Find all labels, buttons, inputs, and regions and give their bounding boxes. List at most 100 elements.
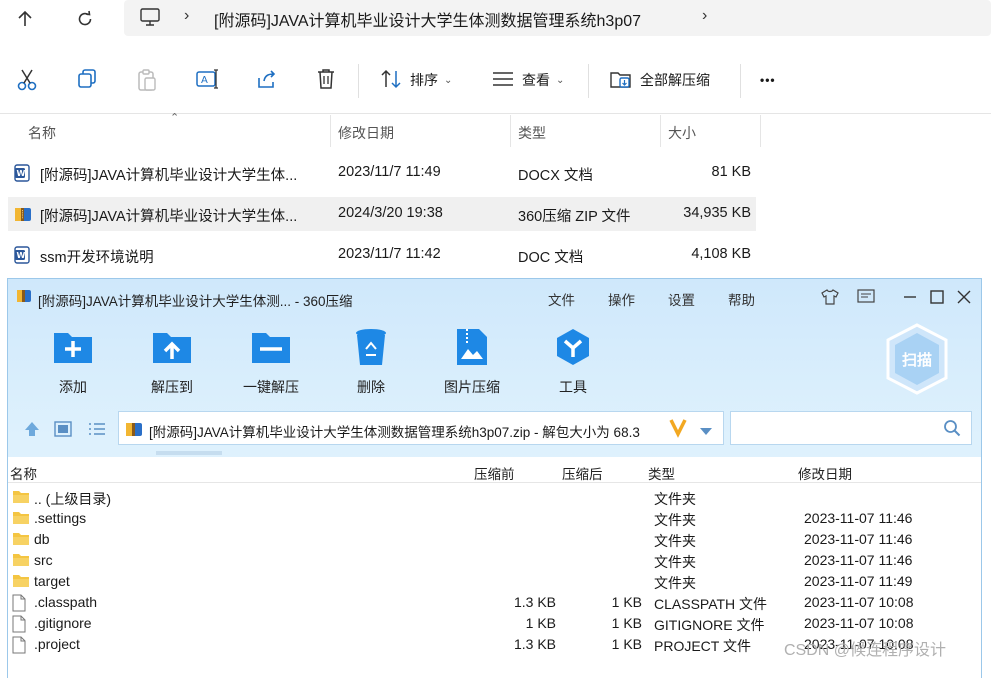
zip-column-modified[interactable]: 修改日期 bbox=[798, 463, 852, 483]
zip-row-after: 1 KB bbox=[611, 594, 642, 610]
file-size: 4,108 KB bbox=[691, 246, 751, 262]
cut-icon[interactable] bbox=[16, 68, 40, 92]
zip-list-row[interactable]: .gitignore 1 KB 1 KB GITIGNORE 文件 2023-11-07… bbox=[8, 613, 981, 634]
column-modified[interactable]: 修改日期 bbox=[338, 123, 394, 143]
tools-label: 工具 bbox=[559, 379, 587, 395]
zip-list-row[interactable]: .settings 文件夹 2023-11-07 11:46 bbox=[8, 508, 981, 529]
svg-text:W: W bbox=[17, 251, 26, 260]
zip-search-input[interactable] bbox=[730, 411, 972, 445]
refresh-icon[interactable] bbox=[70, 6, 100, 32]
explorer-address-bar: › [附源码]JAVA计算机毕业设计大学生体测数据管理系统h3p07 › bbox=[0, 0, 991, 46]
address-path[interactable]: [附源码]JAVA计算机毕业设计大学生体测数据管理系统h3p07 bbox=[214, 7, 641, 31]
sort-button[interactable]: 排序 ⌄ bbox=[380, 68, 452, 92]
column-size[interactable]: 大小 bbox=[668, 123, 696, 143]
column-type[interactable]: 类型 bbox=[518, 123, 546, 143]
zip-column-name[interactable]: 名称 bbox=[10, 463, 37, 483]
zip-row-name: src bbox=[34, 552, 53, 568]
file-name: [附源码]JAVA计算机毕业设计大学生体... bbox=[40, 209, 298, 225]
zip-row-before: 1 KB bbox=[525, 615, 556, 631]
column-name[interactable]: 名称 bbox=[28, 123, 56, 143]
zip-row-type: CLASSPATH 文件 bbox=[654, 596, 768, 612]
add-button[interactable]: 添加 bbox=[28, 327, 118, 397]
folder-icon bbox=[12, 510, 30, 528]
delete-icon[interactable] bbox=[316, 68, 340, 92]
dropdown-triangle-icon[interactable] bbox=[699, 424, 713, 442]
close-icon[interactable] bbox=[954, 287, 974, 307]
folder-icon bbox=[12, 531, 30, 549]
up-arrow-icon[interactable] bbox=[10, 6, 40, 32]
zip-row-modified: 2023-11-07 11:46 bbox=[804, 510, 913, 526]
column-divider[interactable] bbox=[660, 115, 661, 147]
this-pc-icon[interactable] bbox=[140, 8, 160, 31]
up-level-icon[interactable] bbox=[24, 421, 40, 442]
folder-icon bbox=[12, 552, 30, 570]
zip-row-name: .. (上级目录) bbox=[34, 491, 111, 507]
chevron-right-icon[interactable]: › bbox=[702, 7, 707, 25]
paste-icon[interactable] bbox=[136, 68, 160, 92]
file-name: ssm开发环境说明 bbox=[40, 250, 154, 266]
search-icon[interactable] bbox=[943, 419, 961, 442]
column-divider[interactable] bbox=[510, 115, 511, 147]
extract-all-button[interactable]: 全部解压缩 bbox=[610, 68, 710, 92]
image-zip-icon bbox=[455, 327, 489, 372]
menu-file[interactable]: 文件 bbox=[548, 289, 575, 309]
file-row[interactable]: W [附源码]JAVA计算机毕业设计大学生体... 2023/11/7 11:4… bbox=[8, 156, 756, 190]
column-divider[interactable] bbox=[760, 115, 761, 147]
horizontal-scroll-thumb[interactable] bbox=[156, 451, 222, 455]
view-button[interactable]: 查看 ⌄ bbox=[492, 68, 564, 92]
chevron-right-icon[interactable]: › bbox=[184, 7, 189, 25]
thumbnail-view-icon[interactable] bbox=[54, 421, 72, 442]
share-icon[interactable] bbox=[256, 68, 280, 92]
chevron-down-icon: ⌄ bbox=[444, 74, 453, 86]
toolbar-divider bbox=[358, 64, 359, 98]
column-divider[interactable] bbox=[330, 115, 331, 147]
menu-help[interactable]: 帮助 bbox=[728, 289, 755, 309]
extract-folder-icon bbox=[610, 69, 632, 92]
file-type: DOCX 文档 bbox=[518, 168, 593, 184]
file-size: 81 KB bbox=[711, 164, 752, 180]
tools-button[interactable]: 工具 bbox=[528, 327, 618, 397]
zip-path-field[interactable]: [附源码]JAVA计算机毕业设计大学生体测数据管理系统h3p07.zip - 解… bbox=[118, 411, 724, 445]
extract-to-button[interactable]: 解压到 bbox=[127, 327, 217, 397]
zip-list-row[interactable]: target 文件夹 2023-11-07 11:49 bbox=[8, 571, 981, 592]
zip-column-type[interactable]: 类型 bbox=[648, 463, 675, 483]
zip-path-text: [附源码]JAVA计算机毕业设计大学生体测数据管理系统h3p07.zip - 解… bbox=[149, 425, 640, 440]
zip-list-row[interactable]: db 文件夹 2023-11-07 11:46 bbox=[8, 529, 981, 550]
tools-hexagon-icon bbox=[553, 327, 593, 372]
address-field[interactable]: › [附源码]JAVA计算机毕业设计大学生体测数据管理系统h3p07 › bbox=[124, 0, 991, 36]
scan-button[interactable]: 扫描 bbox=[884, 323, 950, 395]
file-name: [附源码]JAVA计算机毕业设计大学生体... bbox=[40, 168, 298, 184]
skin-shirt-icon[interactable] bbox=[820, 287, 840, 307]
zip-column-after[interactable]: 压缩后 bbox=[562, 463, 603, 483]
file-row[interactable]: W ssm开发环境说明 2023/11/7 11:42 DOC 文档 4,108… bbox=[8, 238, 756, 272]
rename-icon[interactable]: A bbox=[196, 68, 220, 92]
zip-list-row[interactable]: .. (上级目录) 文件夹 bbox=[8, 487, 981, 508]
menu-operations[interactable]: 操作 bbox=[608, 289, 635, 309]
delete-button[interactable]: 删除 bbox=[326, 327, 416, 397]
svg-text:A: A bbox=[201, 75, 208, 86]
file-row-selected[interactable]: [附源码]JAVA计算机毕业设计大学生体... 2024/3/20 19:38 … bbox=[8, 197, 756, 231]
file-modified: 2023/11/7 11:49 bbox=[338, 164, 441, 180]
zip-column-before[interactable]: 压缩前 bbox=[474, 463, 515, 483]
svg-text:W: W bbox=[17, 169, 26, 178]
feedback-icon[interactable] bbox=[856, 287, 876, 307]
one-click-extract-button[interactable]: 一键解压 bbox=[226, 327, 316, 397]
zip-list-row[interactable]: src 文件夹 2023-11-07 11:46 bbox=[8, 550, 981, 571]
menu-settings[interactable]: 设置 bbox=[668, 289, 695, 309]
toolbar-divider bbox=[740, 64, 741, 98]
zip-row-name: .project bbox=[34, 636, 80, 652]
extract-to-label: 解压到 bbox=[151, 379, 193, 395]
add-label: 添加 bbox=[59, 379, 87, 395]
zip-archive-icon bbox=[16, 288, 32, 309]
maximize-icon[interactable] bbox=[927, 287, 947, 307]
zip-row-name: .settings bbox=[34, 510, 87, 526]
minimize-icon[interactable] bbox=[900, 287, 920, 307]
explorer-command-bar: A 排序 ⌄ 查看 ⌄ 全部解压缩 ••• bbox=[0, 46, 991, 114]
explorer-column-header: 名称 ⌃ 修改日期 类型 大小 bbox=[0, 112, 991, 147]
zip-title-bar[interactable]: [附源码]JAVA计算机毕业设计大学生体测... - 360压缩 文件 操作 设… bbox=[8, 279, 981, 315]
more-options-button[interactable]: ••• bbox=[760, 68, 776, 92]
list-view-icon[interactable] bbox=[88, 421, 106, 442]
image-compress-button[interactable]: 图片压缩 bbox=[427, 327, 517, 397]
zip-list-row[interactable]: .classpath 1.3 KB 1 KB CLASSPATH 文件 2023-11-… bbox=[8, 592, 981, 613]
copy-icon[interactable] bbox=[76, 68, 100, 92]
